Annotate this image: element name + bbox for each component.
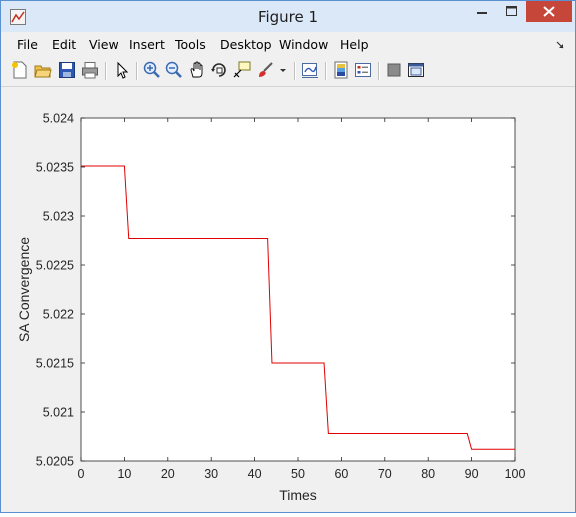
toolbar-separator	[105, 62, 107, 80]
menu-window[interactable]: Window	[279, 37, 328, 52]
figure-canvas[interactable]: 0 10 20 30 40 50 60 70 80 90 100 5.0205 5.021 5.0215 5…	[1, 87, 575, 512]
y-tick-label: 5.023	[43, 210, 74, 224]
y-tick-label: 5.0225	[36, 259, 74, 273]
y-tick-label: 5.0205	[36, 455, 74, 469]
title-bar[interactable]: Figure 1	[1, 1, 575, 32]
x-tick-label: 50	[291, 467, 305, 481]
menu-view[interactable]: View	[89, 37, 119, 52]
menu-bar: File Edit View Insert Tools Desktop Wind…	[1, 32, 575, 56]
data-cursor-icon[interactable]	[233, 61, 251, 79]
x-tick-label: 70	[378, 467, 392, 481]
menu-help[interactable]: Help	[340, 37, 369, 52]
x-tick-label: 100	[505, 467, 526, 481]
zoom-in-icon[interactable]	[143, 61, 161, 79]
y-tick-label: 5.0215	[36, 357, 74, 371]
show-plot-tools-icon[interactable]	[407, 61, 425, 79]
toolbar-separator	[136, 62, 138, 80]
maximize-button[interactable]	[498, 1, 525, 22]
figure-window: Figure 1 File Edit View Insert Tools Des…	[0, 0, 576, 513]
select-pointer-icon[interactable]	[113, 61, 131, 79]
toolbar-separator	[325, 62, 327, 80]
rotate-3d-icon[interactable]	[210, 61, 228, 79]
x-axis-label: Times	[279, 487, 317, 503]
x-tick-label: 40	[248, 467, 262, 481]
x-tick-label: 90	[465, 467, 479, 481]
open-file-icon[interactable]	[34, 61, 52, 79]
y-tick-label: 5.024	[43, 112, 74, 126]
insert-colorbar-icon[interactable]	[332, 61, 350, 79]
pan-hand-icon[interactable]	[188, 61, 206, 79]
zoom-out-icon[interactable]	[165, 61, 183, 79]
minimize-button[interactable]	[467, 1, 497, 22]
brush-icon[interactable]	[257, 61, 275, 79]
line-chart[interactable]: 0 10 20 30 40 50 60 70 80 90 100 5.0205 5.021 5.0215 5…	[1, 87, 575, 512]
y-tick-label: 5.021	[43, 406, 74, 420]
menu-edit[interactable]: Edit	[52, 37, 76, 52]
toolbar-separator	[294, 62, 296, 80]
x-tick-label: 80	[421, 467, 435, 481]
print-icon[interactable]	[81, 61, 99, 79]
x-tick-label: 20	[161, 467, 175, 481]
figure-toolbar	[1, 56, 575, 87]
y-tick-label: 5.022	[43, 308, 74, 322]
y-tick-label: 5.0235	[36, 161, 74, 175]
new-figure-icon[interactable]	[11, 61, 29, 79]
menu-insert[interactable]: Insert	[129, 37, 165, 52]
dock-arrow-icon[interactable]	[555, 40, 565, 50]
hide-plot-tools-icon[interactable]	[385, 61, 403, 79]
brush-dropdown-icon[interactable]	[278, 61, 288, 79]
toolbar-separator	[378, 62, 380, 80]
menu-tools[interactable]: Tools	[175, 37, 206, 52]
insert-legend-icon[interactable]	[354, 61, 372, 79]
menu-file[interactable]: File	[17, 37, 38, 52]
x-tick-label: 10	[117, 467, 131, 481]
close-button[interactable]	[526, 1, 572, 22]
x-tick-label: 0	[78, 467, 85, 481]
x-tick-label: 60	[334, 467, 348, 481]
plot-area[interactable]	[81, 118, 515, 461]
link-plot-icon[interactable]	[301, 61, 319, 79]
menu-desktop[interactable]: Desktop	[220, 37, 272, 52]
x-tick-label: 30	[204, 467, 218, 481]
save-icon[interactable]	[58, 61, 76, 79]
y-axis-label: SA Convergence	[16, 237, 32, 342]
